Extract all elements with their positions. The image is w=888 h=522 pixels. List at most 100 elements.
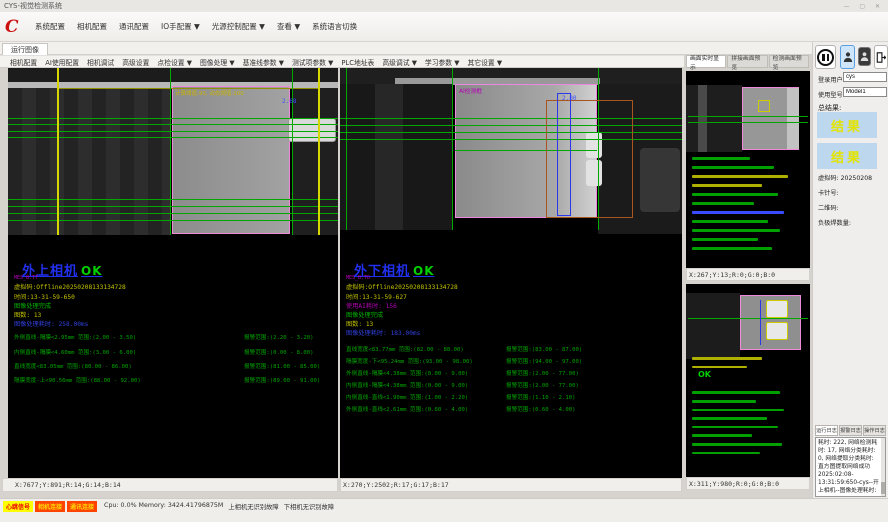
middle-view-statusbar: X:270;Y:2502;R:17;G:17;B:17 bbox=[340, 478, 682, 492]
mid-done-line: 图像处理完成 bbox=[346, 310, 383, 319]
upper-thumb-view[interactable] bbox=[686, 71, 810, 268]
close-icon[interactable]: ✕ bbox=[875, 3, 884, 10]
measure-row: 外侧直线-隔膜<2.95mm 范围:(2.00 - 3.50)报警范围:(2.2… bbox=[14, 333, 334, 341]
pause-icon bbox=[817, 49, 834, 66]
window-title: CYS-视觉检测系统 bbox=[4, 1, 62, 11]
menu-light-config[interactable]: 光源控制配置 ▼ bbox=[206, 18, 271, 35]
tool-image-processing[interactable]: 图像处理 ▼ bbox=[196, 57, 239, 67]
qr-code-label: 二维码: bbox=[818, 203, 839, 212]
thumb-bright-spot bbox=[766, 322, 788, 340]
tool-advanced-debug[interactable]: 高级调试 ▼ bbox=[378, 57, 421, 67]
micro-text-row bbox=[692, 220, 768, 223]
green-hline bbox=[688, 122, 808, 123]
left-roi-box: 计算阈值:93, 动态阈值:100 bbox=[172, 86, 290, 234]
toolbar: 相机配置 AI使用配置 相机调试 高级设置 点检设置 ▼ 图像处理 ▼ 基准线参… bbox=[0, 55, 684, 68]
lower-thumb-view[interactable]: OK bbox=[686, 284, 810, 477]
model-label: 使用型号: bbox=[818, 90, 845, 99]
tool-camera-debug[interactable]: 相机调试 bbox=[83, 57, 118, 67]
upper-thumb-statusbar: X:267;Y:13;R:0;G:0;B:0 bbox=[686, 268, 810, 281]
user-switch-button[interactable] bbox=[858, 47, 871, 66]
tool-advanced-settings[interactable]: 高级设置 bbox=[118, 57, 153, 67]
login-user-label: 登录用户: bbox=[818, 75, 845, 84]
exit-button[interactable] bbox=[874, 45, 888, 69]
tool-camera-config[interactable]: 相机配置 bbox=[6, 57, 41, 67]
tab-detect-preview[interactable]: 检测画面预览 bbox=[769, 55, 809, 68]
log-text-area[interactable]: 耗时: 222, 网络检测耗时: 17, 网络分类耗时: 0, 网络提取分类耗时… bbox=[815, 437, 886, 497]
tool-learn-params[interactable]: 学习参数 ▼ bbox=[421, 57, 464, 67]
tool-testitem-params[interactable]: 测试项参数 ▼ bbox=[288, 57, 337, 67]
tool-baseline-params[interactable]: 基准线参数 ▼ bbox=[239, 57, 288, 67]
neg-weld-count-label: 负极焊数量: bbox=[818, 218, 851, 227]
green-vline bbox=[346, 68, 347, 230]
menu-view[interactable]: 查看 ▼ bbox=[271, 18, 306, 35]
mid-ai-line: 使用AI耗时: 156 bbox=[346, 301, 397, 310]
left-camera-view[interactable]: 计算阈值:93, 动态阈值:100 2.68 外上相机OK MES_B:TT 虚… bbox=[8, 68, 338, 478]
user-icon bbox=[843, 51, 853, 63]
log-tab-operate[interactable]: 操作日志 bbox=[863, 425, 886, 436]
mid-elapsed-line: 图像处理耗时: 183.00ms bbox=[346, 328, 420, 337]
micro-text-row bbox=[692, 443, 782, 446]
tool-ai-config[interactable]: AI使用配置 bbox=[41, 57, 83, 67]
ai-detect-box-label: AI检测框 bbox=[459, 86, 482, 95]
micro-text-row bbox=[692, 409, 784, 412]
log-tab-alarm[interactable]: 报警日志 bbox=[839, 425, 862, 436]
log-scrollbar-thumb[interactable] bbox=[881, 482, 885, 494]
log-scrollbar[interactable] bbox=[881, 438, 885, 496]
tool-other-settings[interactable]: 其它设置 ▼ bbox=[464, 57, 507, 67]
tab-run-image[interactable]: 运行图像 bbox=[2, 43, 48, 55]
right-panel: 登录用户: 使用型号: 总结果: 结果 结果 虚拟码: 20250208 卡针号… bbox=[812, 42, 888, 498]
tool-plc-address[interactable]: PLC地址表 bbox=[337, 57, 378, 67]
menu-io-config[interactable]: IO手配置 ▼ bbox=[155, 18, 206, 35]
titlebar: CYS-视觉检测系统 — ▢ ✕ bbox=[0, 0, 888, 12]
minimize-icon[interactable]: — bbox=[843, 3, 853, 10]
login-user-input[interactable] bbox=[843, 72, 887, 82]
mid-blue-measure-tag: 2.80 bbox=[562, 95, 576, 102]
micro-text-row bbox=[692, 400, 756, 403]
olive-hline bbox=[57, 88, 320, 89]
mid-code-line: 虚拟码:Offline20250208133134728 bbox=[346, 282, 458, 291]
tab-stitch-preview[interactable]: 拼接画面预览 bbox=[727, 55, 767, 68]
lower-camera-status-text: 下相机无识别故障 bbox=[284, 502, 334, 511]
tool-spotcheck-settings[interactable]: 点检设置 ▼ bbox=[153, 57, 196, 67]
window-controls[interactable]: — ▢ ✕ bbox=[843, 3, 884, 10]
menu-system-config[interactable]: 系统配置 bbox=[29, 18, 71, 35]
upper-camera-status-text: 上相机无识别故障 bbox=[228, 502, 278, 511]
micro-text-row bbox=[692, 175, 788, 178]
maximize-icon[interactable]: ▢ bbox=[859, 3, 869, 10]
log-tab-strip: 运行日志 报警日志 操作日志 bbox=[815, 425, 887, 436]
micro-text-row bbox=[692, 452, 760, 455]
menu-language[interactable]: 系统语言切换 bbox=[306, 18, 363, 35]
menu-comm-config[interactable]: 通讯配置 bbox=[113, 18, 155, 35]
app-logo-icon: C bbox=[5, 18, 23, 36]
micro-text-row bbox=[692, 202, 754, 205]
mid-mes-line: MES_B:TD bbox=[346, 275, 370, 281]
view-tabs: 画面实时显示 拼接画面预览 检测画面预览 bbox=[686, 55, 810, 68]
left-elapsed-line: 图像处理耗时: 258.00ms bbox=[14, 319, 88, 328]
yellow-vline bbox=[318, 68, 320, 235]
comm-link-badge: 通讯连接 bbox=[67, 501, 97, 512]
micro-text-row bbox=[692, 366, 747, 369]
middle-camera-view[interactable]: AI检测框 2.80 外下相机OK MES_B:TD 虚拟码:Offline20… bbox=[340, 68, 682, 478]
exit-door-icon bbox=[876, 51, 887, 64]
result-box-2: 结果 bbox=[817, 143, 877, 169]
micro-text-row bbox=[692, 229, 780, 232]
mid-time-line: 时间:13-31-59-627 bbox=[346, 292, 407, 301]
tab-live-view[interactable]: 画面实时显示 bbox=[686, 55, 726, 68]
model-input[interactable] bbox=[843, 87, 887, 97]
virtual-code-value: 20250208 bbox=[841, 175, 873, 182]
micro-text-row bbox=[692, 157, 750, 160]
micro-text-row bbox=[692, 211, 784, 214]
pause-button[interactable] bbox=[815, 45, 836, 69]
green-vline bbox=[170, 68, 171, 235]
menu-camera-config[interactable]: 相机配置 bbox=[71, 18, 113, 35]
left-mes-line: MES_B:TT bbox=[14, 275, 38, 281]
pin-number-label: 卡针号: bbox=[818, 188, 839, 197]
thumb-column bbox=[698, 85, 707, 152]
measure-row: 内侧直线-隔膜<4.60mm 范围:(3.00 - 6.00)报警范围:(0.0… bbox=[14, 348, 334, 356]
lower-thumb-ok: OK bbox=[698, 370, 711, 379]
user-login-button[interactable] bbox=[840, 45, 855, 69]
log-tab-run[interactable]: 运行日志 bbox=[815, 425, 838, 436]
result-box-1: 结果 bbox=[817, 112, 877, 138]
micro-text-row bbox=[692, 166, 774, 169]
left-view-statusbar: X:7677;Y:891;R:14;G:14;B:14 bbox=[2, 478, 338, 492]
